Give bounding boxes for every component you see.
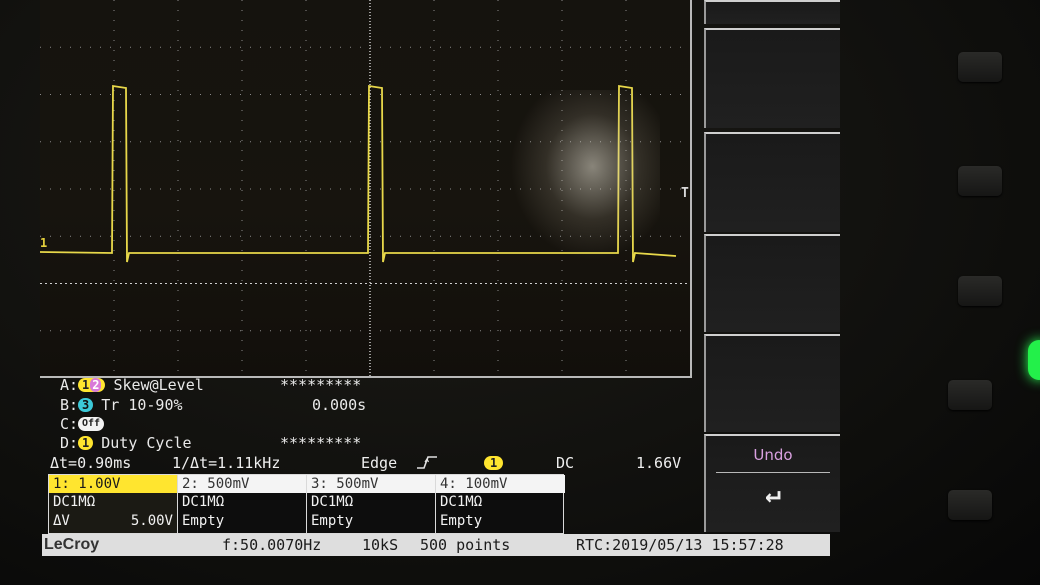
enter-icon: ↵	[765, 479, 781, 509]
channel-3-status: Empty	[311, 513, 354, 529]
rising-edge-icon	[416, 454, 438, 474]
softkey-1[interactable]	[704, 0, 840, 24]
softkey-3[interactable]	[704, 132, 840, 232]
undo-label: Undo	[753, 446, 793, 464]
measurement-slot: A:	[60, 376, 79, 394]
record-length-readout: 500 points	[420, 536, 511, 554]
softkey-divider	[716, 472, 830, 473]
front-panel-button[interactable]	[958, 52, 1002, 82]
screen-glare	[510, 90, 660, 260]
softkey-2[interactable]	[704, 28, 840, 128]
source-pill: 1	[78, 436, 94, 450]
trigger-type[interactable]: Edge	[361, 454, 397, 472]
channel-1-scale: 1: 1.00V	[49, 475, 177, 493]
softkey-column: Undo ↵	[700, 0, 846, 535]
channel-descriptors: 1: 1.00V DC1MΩ ΔV 5.00V 2: 500mV DC1MΩ Em…	[48, 474, 565, 534]
source-pill-off: Off	[78, 417, 105, 431]
softkey-4[interactable]	[704, 234, 840, 332]
inverse-delta-t-readout: 1/Δt=1.11kHz	[172, 454, 281, 472]
trigger-level-marker: T	[681, 186, 689, 201]
measurement-name: Duty Cycle	[101, 434, 192, 452]
measurement-row-a[interactable]: A: 12 Skew@Level *********	[60, 376, 361, 394]
measurement-value: *********	[280, 434, 362, 452]
channel-1-descriptor[interactable]: 1: 1.00V DC1MΩ ΔV 5.00V	[49, 475, 178, 533]
measurement-row-c[interactable]: C: Off	[60, 415, 112, 433]
front-panel-button[interactable]	[958, 166, 1002, 196]
measurement-row-d[interactable]: D: 1 Duty Cycle *********	[60, 434, 361, 452]
measurement-name: Skew@Level	[113, 376, 204, 394]
measurement-value: *********	[280, 376, 362, 394]
delta-t-readout: Δt=0.90ms	[50, 454, 132, 472]
sample-rate-readout: 10kS	[362, 536, 399, 554]
channel-1-delta: ΔV 5.00V	[53, 513, 173, 529]
timebase-trigger-bar: Δt=0.90ms 1/Δt=1.11kHz Edge 1 DC 1.66V	[50, 454, 682, 474]
channel1-marker: 1	[40, 236, 48, 250]
channel-2-descriptor[interactable]: 2: 500mV DC1MΩ Empty	[178, 475, 307, 533]
measurement-slot: D:	[60, 434, 79, 452]
status-led	[1028, 340, 1040, 380]
measurement-name: Tr 10-90%	[101, 396, 183, 414]
channel-1-coupling: DC1MΩ	[53, 494, 96, 510]
channel-4-descriptor[interactable]: 4: 100mV DC1MΩ Empty	[436, 475, 565, 533]
lecroy-logo: LeCroy	[44, 536, 100, 553]
channel-3-scale: 3: 500mV	[307, 475, 435, 493]
source-pill: 12	[78, 378, 106, 392]
softkey-5[interactable]	[704, 334, 840, 432]
undo-softkey[interactable]: Undo ↵	[704, 434, 840, 532]
measurement-row-b[interactable]: B: 3 Tr 10-90% 0.000s	[60, 396, 366, 414]
trigger-level: 1.66V	[636, 454, 682, 472]
channel-3-coupling: DC1MΩ	[311, 494, 354, 510]
channel-4-scale: 4: 100mV	[436, 475, 565, 493]
waveform-display[interactable]: 1 T	[40, 0, 692, 378]
channel-2-scale: 2: 500mV	[178, 475, 306, 493]
channel-2-coupling: DC1MΩ	[182, 494, 225, 510]
frequency-readout: f:50.0070Hz	[222, 536, 322, 554]
front-panel-button[interactable]	[948, 490, 992, 520]
measurement-slot: C:	[60, 415, 79, 433]
channel-4-coupling: DC1MΩ	[440, 494, 483, 510]
real-time-clock: RTC:2019/05/13 15:57:28	[576, 536, 784, 554]
measurement-value: 0.000s	[312, 396, 367, 414]
status-bar: LeCroy f:50.0070Hz 10kS 500 points RTC:2…	[42, 534, 830, 556]
source-pill: 3	[78, 398, 94, 412]
channel-4-status: Empty	[440, 513, 483, 529]
trigger-coupling: DC	[556, 454, 575, 472]
channel-3-descriptor[interactable]: 3: 500mV DC1MΩ Empty	[307, 475, 436, 533]
measurement-slot: B:	[60, 396, 79, 414]
front-panel-button[interactable]	[958, 276, 1002, 306]
front-panel-button[interactable]	[948, 380, 992, 410]
channel-2-status: Empty	[182, 513, 225, 529]
